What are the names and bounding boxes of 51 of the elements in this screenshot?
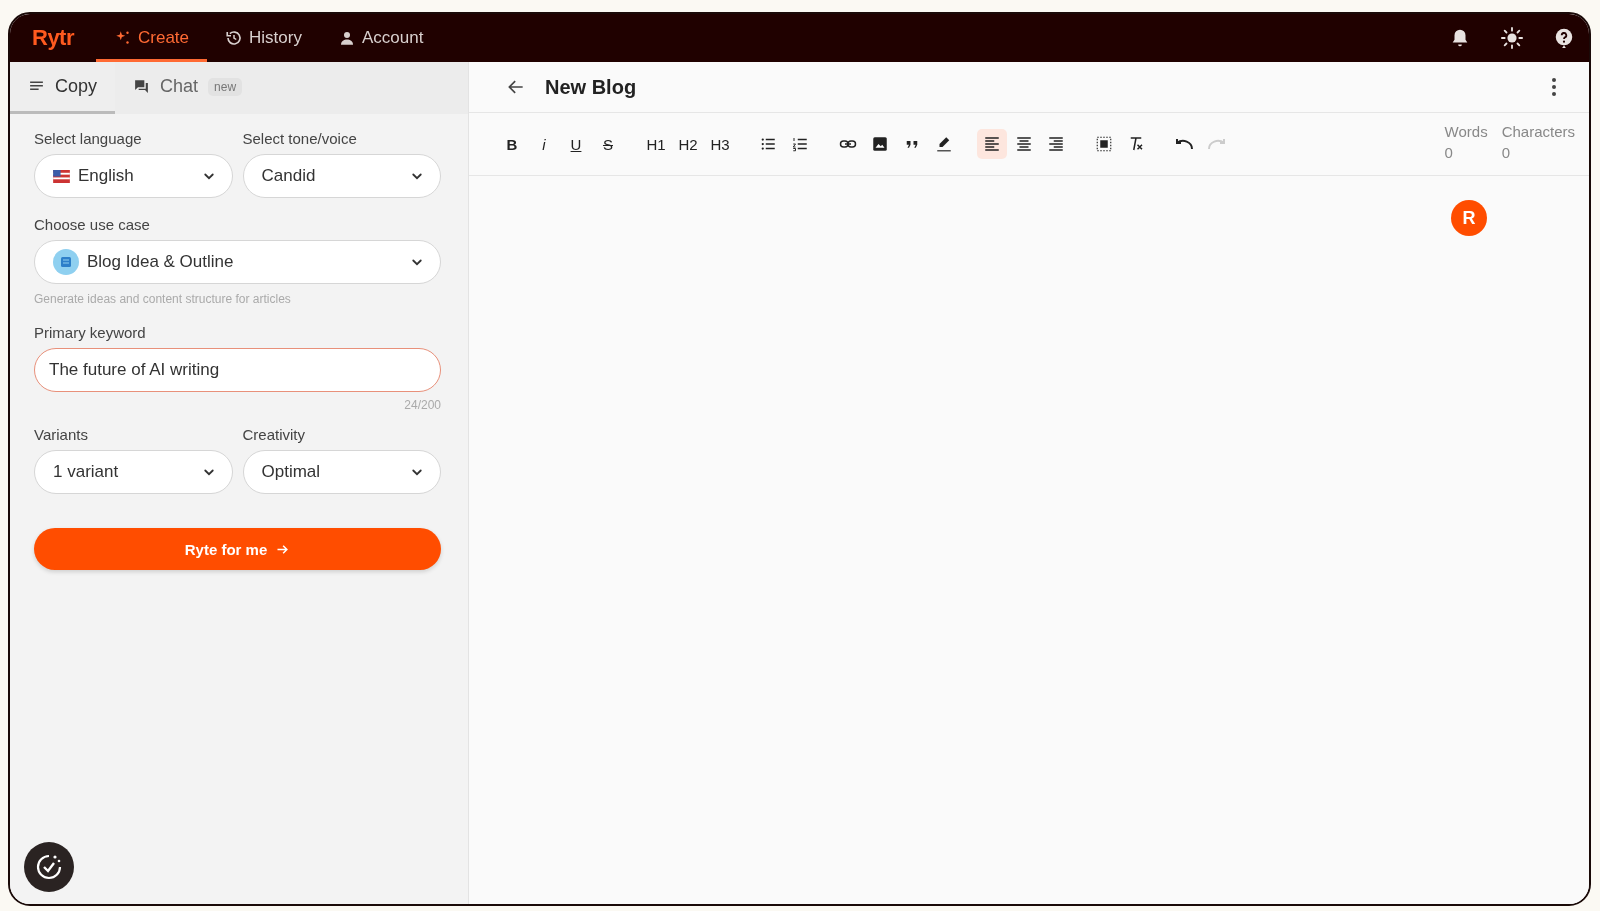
history-icon <box>225 29 244 47</box>
align-left-icon <box>983 135 1001 153</box>
sparkle-icon <box>114 29 132 47</box>
align-right-icon <box>1047 135 1065 153</box>
format-button[interactable]: B <box>497 129 527 159</box>
field-label: Variants <box>34 426 89 443</box>
flag-icon <box>53 169 70 183</box>
select-all-icon <box>1095 135 1113 153</box>
keyword-input[interactable]: The future of AI writing <box>34 348 441 392</box>
format-button[interactable]: S <box>593 129 623 159</box>
format-button[interactable]: i <box>529 129 559 159</box>
redo-icon <box>1207 138 1225 150</box>
character-counter: 24/200 <box>404 398 441 412</box>
more-vertical-icon <box>1552 78 1556 96</box>
floating-button[interactable] <box>24 842 74 892</box>
stat-label: Characters <box>1501 123 1575 140</box>
panel-tab[interactable]: Chat new <box>115 62 261 114</box>
align-center-icon <box>1015 135 1033 153</box>
format-button[interactable]: H1 <box>641 129 671 159</box>
numbered-list-icon <box>791 135 809 153</box>
document-title: New Blog <box>545 75 638 99</box>
field-label: Creativity <box>242 426 306 443</box>
field-label: Choose use case <box>34 216 151 233</box>
field-hint: Generate ideas and content structure for articles <box>34 292 292 306</box>
format-button[interactable]: U <box>561 129 591 159</box>
stat-label: Words <box>1444 123 1488 140</box>
stat-value: 0 <box>1444 144 1454 161</box>
dropdown[interactable]: Candid <box>242 154 441 198</box>
nav-tab[interactable]: History <box>207 14 320 62</box>
format-button[interactable]: H3 <box>705 129 735 159</box>
dropdown[interactable]: English <box>34 154 233 198</box>
format-button[interactable]: H2 <box>673 129 703 159</box>
align-left-button[interactable] <box>977 129 1007 159</box>
image-icon <box>871 135 889 153</box>
sun-icon <box>1501 27 1523 49</box>
nav-tab[interactable]: Account <box>319 14 442 62</box>
pen-icon <box>935 135 953 153</box>
dropdown[interactable]: 1 variant <box>34 450 233 494</box>
stat-value: 0 <box>1501 144 1511 161</box>
logo: Rytr <box>32 25 74 51</box>
help-icon <box>1553 27 1575 49</box>
new-badge: new <box>208 77 243 96</box>
field-label: Select language <box>34 130 143 147</box>
chat-icon <box>133 78 151 95</box>
dropdown[interactable]: Blog Idea & Outline <box>34 240 441 284</box>
field-label: Select tone/voice <box>242 130 358 147</box>
bulleted-list-icon <box>759 135 777 153</box>
undo-icon <box>1175 138 1193 150</box>
dropdown[interactable]: Optimal <box>242 450 441 494</box>
field-label: Primary keyword <box>34 324 147 341</box>
document-icon <box>53 249 79 275</box>
